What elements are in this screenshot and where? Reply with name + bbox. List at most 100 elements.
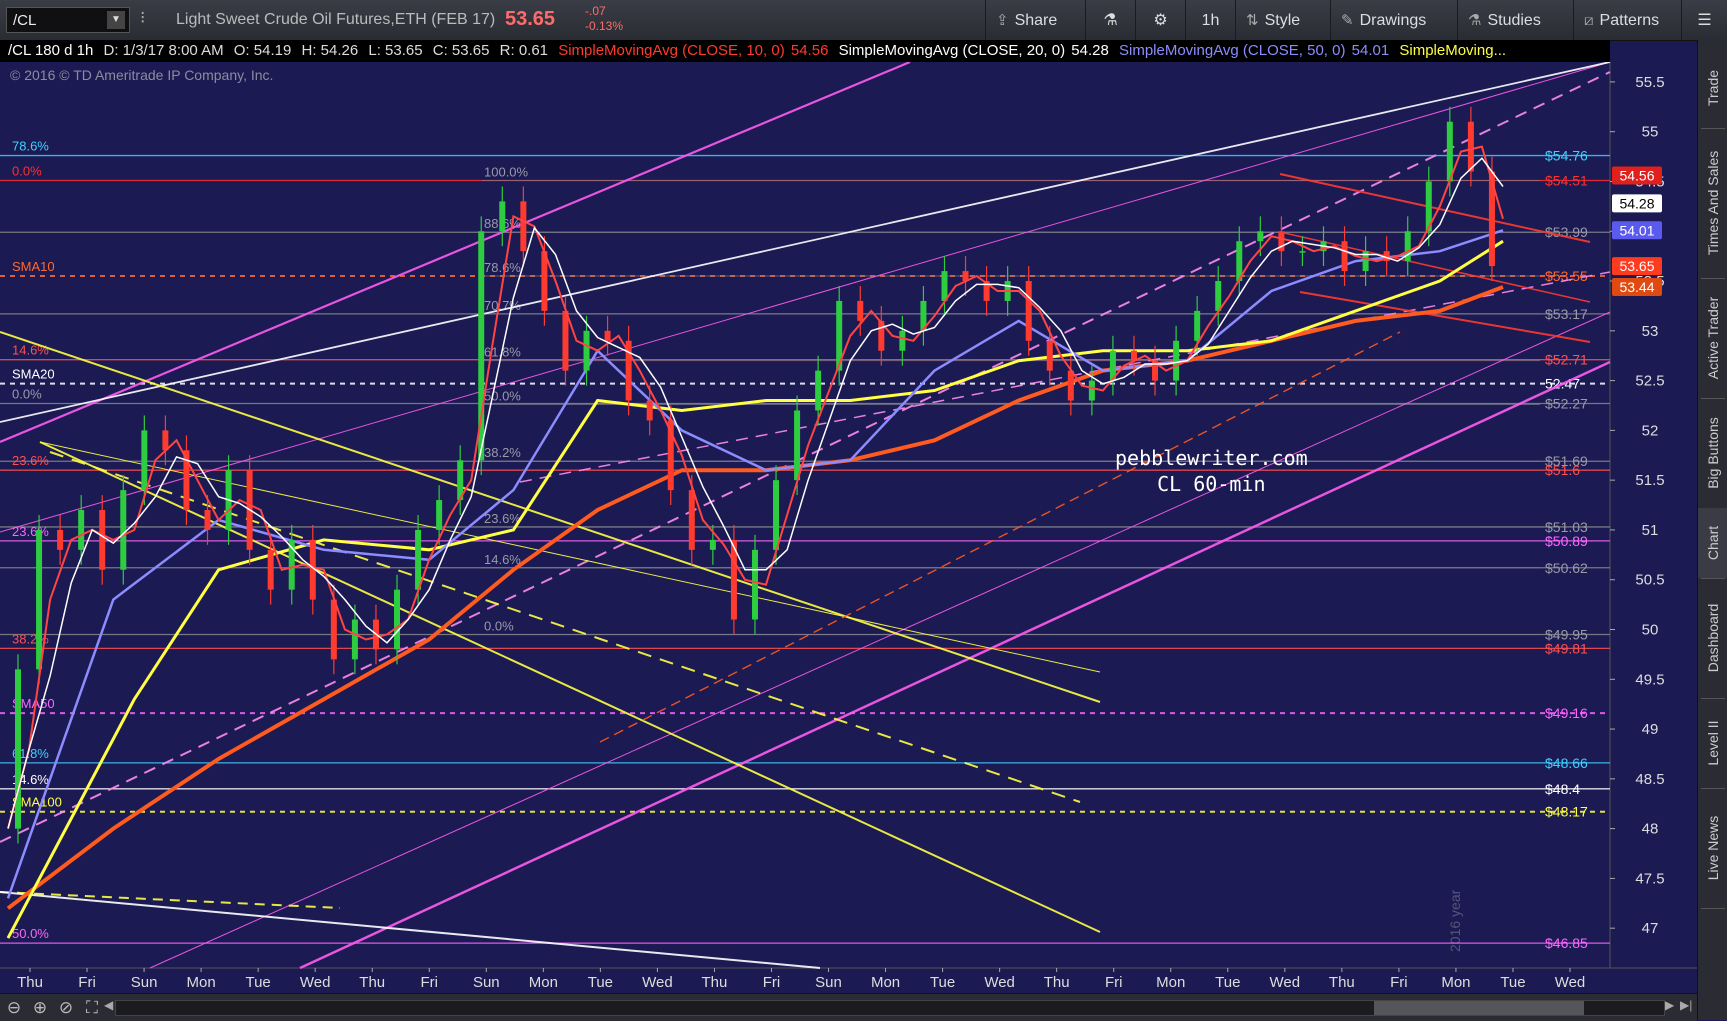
copyright-text: © 2016 © TD Ameritrade IP Company, Inc. [10, 67, 273, 83]
patterns-button[interactable]: ⧄ Patterns [1573, 0, 1681, 40]
candle-body [857, 300, 864, 321]
timeframe-button[interactable]: 1h [1185, 0, 1235, 40]
level-left-label: 23.6% [12, 524, 49, 539]
share-button[interactable]: ⇪ Share [985, 0, 1085, 40]
style-icon: ⇅ [1246, 12, 1259, 29]
level-label: $51.6 [1545, 462, 1580, 478]
level-left-label: 14.6% [12, 343, 49, 358]
sidebar-tab-chart[interactable]: Chart [1698, 508, 1727, 578]
candle-body [267, 549, 274, 590]
level-label: $53.17 [1545, 306, 1588, 322]
candle-body [1341, 241, 1348, 272]
sidebar-tab-label: Trade [1705, 69, 1721, 107]
watermark: pebblewriter.com CL 60-min [1115, 445, 1308, 497]
candle-body [709, 539, 716, 550]
sma10-label[interactable]: SimpleMovingAvg (CLOSE, 10, 0) [558, 42, 785, 59]
level-label: $52.71 [1545, 352, 1588, 368]
price-bubble-label: 54.56 [1619, 167, 1654, 183]
study-info-bar: /CL 180 d 1h D: 1/3/17 8:00 AM O: 54.19 … [0, 40, 1610, 62]
candle-body [1299, 251, 1306, 253]
symbol-selector[interactable]: /CL ▼ [6, 7, 130, 33]
share-label: Share [1014, 12, 1058, 29]
style-label: Style [1264, 12, 1301, 29]
instrument-description: Light Sweet Crude Oil Futures,ETH (FEB 1… [176, 11, 496, 28]
candle-body [604, 330, 611, 341]
menu-button[interactable]: ☰ [1681, 0, 1727, 40]
candle-body [499, 201, 506, 232]
sma50-label[interactable]: SimpleMovingAvg (CLOSE, 50, 0) [1119, 42, 1346, 59]
scroll-left-icon[interactable]: ◀ [104, 998, 113, 1012]
scrollbar-thumb[interactable] [1374, 1001, 1584, 1015]
drawings-button[interactable]: ✎ Drawings [1330, 0, 1457, 40]
link-icon[interactable]: ⁝ [140, 8, 145, 28]
x-tick-label: Tue [1500, 974, 1525, 991]
flask-icon: ⚗ [1103, 12, 1118, 29]
fib-label: 0.0% [484, 618, 514, 633]
x-tick-label: Sun [131, 974, 158, 991]
level-left-label: 78.6% [12, 139, 49, 154]
horizontal-scrollbar[interactable] [115, 1000, 1665, 1016]
fib-label: 70.7% [484, 298, 521, 313]
x-tick-label: Tue [245, 974, 270, 991]
sma20-label[interactable]: SimpleMovingAvg (CLOSE, 20, 0) [839, 42, 1066, 59]
drawings-label: Drawings [1359, 12, 1427, 29]
zoom-in-icon[interactable]: ⊕ [30, 998, 50, 1018]
scroll-end-icon[interactable]: ▶| [1680, 998, 1692, 1012]
timeframe-label: 1h [1201, 12, 1220, 29]
patterns-label: Patterns [1599, 12, 1660, 29]
candle-body [436, 500, 443, 530]
y-tick-label: 49 [1642, 721, 1659, 738]
y-tick-label: 55.5 [1635, 74, 1664, 91]
candle-body [941, 271, 948, 301]
price-bubble-label: 54.28 [1619, 195, 1654, 211]
chevron-down-icon[interactable]: ▼ [107, 11, 125, 29]
y-tick-label: 49.5 [1635, 671, 1664, 688]
sidebar-tab-dashboard[interactable]: Dashboard [1698, 578, 1727, 698]
bar-low: L: 53.65 [368, 42, 423, 59]
candle-body [162, 430, 169, 451]
y-tick-label: 48.5 [1635, 771, 1664, 788]
sidebar-tab-trade[interactable]: Trade [1698, 48, 1727, 128]
candle-body [1257, 231, 1264, 242]
candle-body [1088, 380, 1095, 401]
scroll-right-icon[interactable]: ▶ [1665, 998, 1674, 1012]
zoom-fit-icon[interactable]: ⊘ [56, 998, 76, 1018]
bar-open: O: 54.19 [233, 42, 292, 59]
sidebar-tab-big-buttons[interactable]: Big Buttons [1698, 398, 1727, 508]
sma100-label[interactable]: SimpleMoving... [1399, 42, 1506, 59]
style-button[interactable]: ⇅ Style [1235, 0, 1330, 40]
y-tick-label: 51 [1642, 522, 1659, 539]
price-bubble-label: 53.44 [1619, 279, 1654, 295]
studies-button[interactable]: ⚗ Studies [1457, 0, 1573, 40]
x-tick-label: Sun [473, 974, 500, 991]
candle-body [1467, 121, 1474, 172]
sidebar-tab-times-and-sales[interactable]: Times And Sales [1698, 128, 1727, 278]
y-tick-label: 53 [1642, 323, 1659, 340]
zoom-reset-icon[interactable]: ⛶ [82, 998, 102, 1018]
pencil-icon: ✎ [1341, 12, 1354, 29]
flask-button[interactable]: ⚗ [1085, 0, 1135, 40]
sidebar-tab-label: Level II [1705, 720, 1721, 766]
fib-label: 38.2% [484, 445, 521, 460]
x-tick-label: Mon [1156, 974, 1185, 991]
level-left-label: 0.0% [12, 163, 42, 178]
settings-button[interactable]: ⚙ [1135, 0, 1185, 40]
sidebar-tab-live-news[interactable]: Live News [1698, 788, 1727, 908]
studies-label: Studies [1487, 12, 1541, 29]
level-label: $53.55 [1545, 268, 1588, 284]
fib-label: 14.6% [484, 552, 521, 567]
candle-body [1046, 340, 1053, 371]
x-tick-label: Thu [17, 974, 43, 991]
net-change: -.07 [585, 4, 606, 18]
sidebar-tab-level-ii[interactable]: Level II [1698, 698, 1727, 788]
candle-body [751, 549, 758, 620]
fib-label: 78.6% [484, 260, 521, 275]
sidebar-tab-active-trader[interactable]: Active Trader [1698, 278, 1727, 398]
sidebar-tab-label: Chart [1705, 525, 1721, 561]
sma50-value: 54.01 [1351, 42, 1390, 59]
level-label: $54.76 [1545, 148, 1588, 164]
bar-close: C: 53.65 [432, 42, 490, 59]
price-chart[interactable]: © 2016 © TD Ameritrade IP Company, Inc. 2… [0, 62, 1697, 993]
zoom-out-icon[interactable]: ⊖ [4, 998, 24, 1018]
candle-body [394, 589, 401, 650]
